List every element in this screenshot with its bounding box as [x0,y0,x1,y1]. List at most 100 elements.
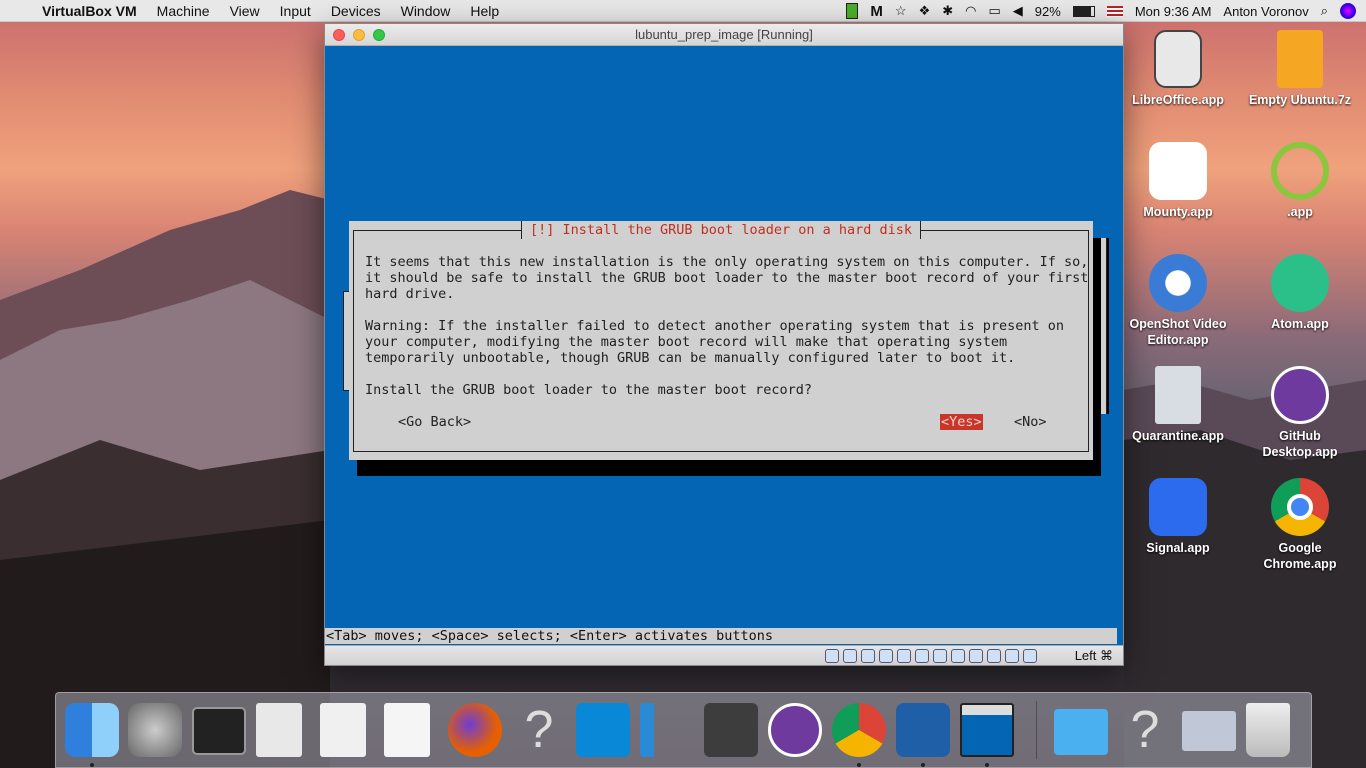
vm-screen[interactable]: [!] Install the GRUB boot loader on a ha… [325,46,1123,644]
vm-window[interactable]: lubuntu_prep_image [Running] [!] Install… [324,23,1124,666]
openshot-icon [1149,254,1207,312]
menu-window[interactable]: Window [401,3,451,19]
desktop-icon-label: Signal.app [1146,541,1210,555]
usb-icon[interactable] [897,649,911,663]
unknown-app-icon-2[interactable]: ? [1118,703,1172,757]
menu-bar: VirtualBox VM Machine View Input Devices… [0,0,1366,22]
virtualbox-vm-icon[interactable] [1182,711,1236,751]
desktop-icon-libreoffice[interactable]: LibreOffice.app [1123,30,1233,108]
star-icon[interactable]: ☆ [895,3,907,19]
window-titlebar[interactable]: lubuntu_prep_image [Running] [325,24,1123,46]
hdd-icon[interactable] [825,649,839,663]
script-editor-icon[interactable] [256,703,302,757]
sublime-text-icon[interactable] [704,703,758,757]
virtualbox-icon[interactable] [896,703,950,757]
audio-icon[interactable] [861,649,875,663]
vnc-viewer-icon[interactable] [576,703,630,757]
chrome-icon[interactable] [832,703,886,757]
status-area: M ☆ ❖ ✱ ◠ ▭ ◀ 92% Mon 9:36 AM Anton Voro… [846,0,1366,22]
device-icons [825,649,1037,663]
running-indicator [857,763,861,767]
desktop-icon-label-2: Desktop.app [1262,445,1338,459]
dock: ? ? [55,692,1312,768]
close-button[interactable] [333,29,345,41]
unknown-app-icon[interactable]: ? [512,703,566,757]
minimize-button[interactable] [353,29,365,41]
wifi-icon[interactable]: ◠ [965,3,976,19]
app-icon [1271,142,1329,200]
yes-button[interactable]: <Yes> [940,414,983,430]
dialog-title: [!] Install the GRUB boot loader on a ha… [521,221,922,239]
menu-help[interactable]: Help [470,3,499,19]
running-indicator [921,763,925,767]
quarantine-icon [1155,366,1201,424]
libreoffice-icon [1154,30,1202,88]
terminal-icon[interactable] [192,707,246,755]
display-icon[interactable] [933,649,947,663]
vt-x-icon[interactable] [969,649,983,663]
desktop-icon-label-2: Editor.app [1147,333,1209,347]
menu-view[interactable]: View [230,3,260,19]
system-preferences-icon[interactable] [128,703,182,757]
desktop-icon-mounty[interactable]: Mounty.app [1123,142,1233,220]
desktop-icon-unnamed-app[interactable]: .app [1245,142,1355,220]
mouse-integration-icon[interactable] [1005,649,1019,663]
battery-percent[interactable]: 92% [1035,4,1061,19]
dialog-shadow [357,460,1101,476]
network-icon[interactable] [879,649,893,663]
search-icon[interactable]: ⌕ [1321,3,1328,19]
github-desktop-icon[interactable] [768,703,822,757]
desktop-icon-label: LibreOffice.app [1132,93,1224,107]
optical-drive-icon[interactable] [843,649,857,663]
dropbox-icon[interactable]: ❖ [919,3,931,19]
bluetooth-icon[interactable]: ✱ [942,3,953,19]
notes-icon[interactable] [384,703,430,757]
desktop-icon-openshot[interactable]: OpenShot Video Editor.app [1123,254,1233,348]
dialog-text-line: temporarily unbootable, though GRUB can … [365,350,1016,366]
clock[interactable]: Mon 9:36 AM [1135,4,1212,19]
menu-input[interactable]: Input [280,3,311,19]
airplay-icon[interactable]: ▭ [988,3,1000,19]
menu-machine[interactable]: Machine [157,3,210,19]
siri-icon[interactable] [1340,3,1356,19]
volume-icon[interactable]: ◀ [1013,3,1023,19]
grub-dialog: [!] Install the GRUB boot loader on a ha… [349,221,1093,460]
desktop-icon-label: Empty Ubuntu.7z [1248,93,1352,107]
desktop-icon-signal[interactable]: Signal.app [1123,478,1233,556]
finder-icon[interactable] [65,703,119,757]
desktop-icon-label: .app [1287,205,1313,219]
flag-us-icon[interactable] [1106,5,1123,17]
mounty-icon [1149,142,1207,200]
window-title: lubuntu_prep_image [Running] [635,27,813,42]
desktop-icon-quarantine[interactable]: Quarantine.app [1123,366,1233,444]
app-menu[interactable]: VirtualBox VM [42,3,137,19]
textedit-icon[interactable] [320,703,366,757]
desktop-icon-label: Quarantine.app [1132,429,1224,443]
menu-devices[interactable]: Devices [331,3,381,19]
battery-icon[interactable] [846,3,859,19]
desktop-icon-chrome[interactable]: Google Chrome.app [1245,478,1355,572]
dialog-text-line: It seems that this new installation is t… [365,254,1089,270]
keyboard-capture-icon[interactable] [1023,649,1037,663]
downloads-folder-icon[interactable] [1054,709,1108,755]
go-back-button[interactable]: <Go Back> [397,414,472,430]
battery-level-icon[interactable] [1072,5,1095,17]
no-button[interactable]: <No> [1013,414,1048,430]
vscode-icon[interactable] [640,703,694,757]
video-capture-icon[interactable] [951,649,965,663]
desktop-icon-empty-ubuntu[interactable]: Empty Ubuntu.7z [1245,30,1355,108]
shared-folders-icon[interactable] [915,649,929,663]
guest-additions-icon[interactable] [987,649,1001,663]
desktop-icon-label: GitHub [1279,429,1321,443]
firefox-icon[interactable] [448,703,502,757]
zoom-button[interactable] [373,29,385,41]
trash-icon[interactable] [1246,703,1290,757]
dock-separator [1036,701,1037,759]
dialog-shadow-right [1093,238,1101,476]
running-indicator [90,763,94,767]
user-name[interactable]: Anton Voronov [1223,4,1308,19]
desktop-icon-atom[interactable]: Atom.app [1245,254,1355,332]
desktop-icon-github[interactable]: GitHub Desktop.app [1245,366,1355,460]
vm-window-icon[interactable] [960,703,1014,757]
malwarebytes-icon[interactable]: M [870,3,883,20]
